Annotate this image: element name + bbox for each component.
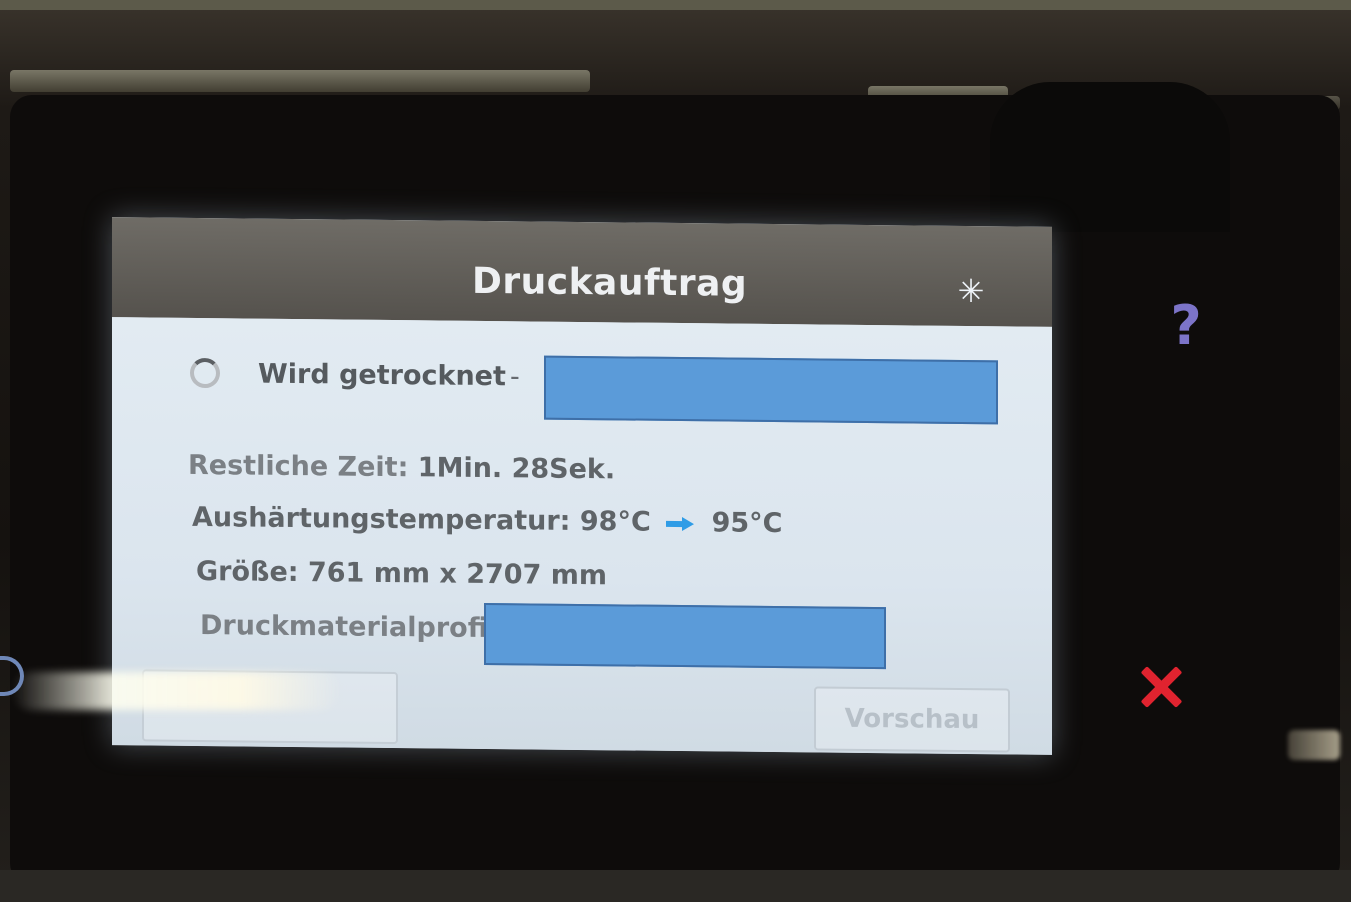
media-profile-row: Druckmaterialprofil:	[200, 610, 508, 644]
page-title: Druckauftrag	[472, 260, 748, 305]
media-profile-label: Druckmaterialprofil:	[200, 609, 508, 645]
preview-button[interactable]: Vorschau	[814, 686, 1010, 753]
screen-header: Druckauftrag ✳	[112, 217, 1052, 327]
arrow-right-icon	[666, 516, 696, 530]
job-status: Wird getrocknet	[258, 358, 506, 393]
remaining-time-row: Restliche Zeit: 1Min. 28Sek.	[188, 450, 615, 485]
printer-bottom-edge	[0, 870, 1351, 902]
bezel-highlight	[10, 70, 590, 92]
help-icon[interactable]: ?	[1164, 296, 1208, 356]
curing-temperature-row: Aushärtungstemperatur: 98°C 95°C	[192, 502, 782, 539]
panel-housing	[990, 82, 1230, 232]
light-reflection	[1288, 730, 1340, 760]
size-row: Größe: 761 mm x 2707 mm	[196, 556, 607, 591]
size-value: 761 mm x 2707 mm	[307, 557, 608, 592]
curing-temperature-target: 95°C	[711, 507, 783, 540]
size-label: Größe:	[196, 555, 299, 589]
sun-icon[interactable]: ✳	[954, 272, 988, 310]
spinner-icon	[190, 357, 220, 389]
printer-top-edge	[0, 0, 1351, 10]
curing-temperature-current: 98°C	[579, 505, 651, 538]
remaining-time-label: Restliche Zeit:	[188, 449, 409, 484]
printer-photo: Druckauftrag ✳ Wird getrocknet - Restlic…	[0, 0, 1351, 902]
status-separator: -	[510, 361, 520, 393]
light-glare	[12, 672, 342, 710]
close-icon[interactable]	[1136, 662, 1186, 712]
redacted-media-profile	[484, 602, 886, 670]
remaining-time-value: 1Min. 28Sek.	[417, 452, 616, 486]
curing-temperature-label: Aushärtungstemperatur:	[192, 501, 571, 537]
redacted-job-name	[544, 355, 998, 425]
